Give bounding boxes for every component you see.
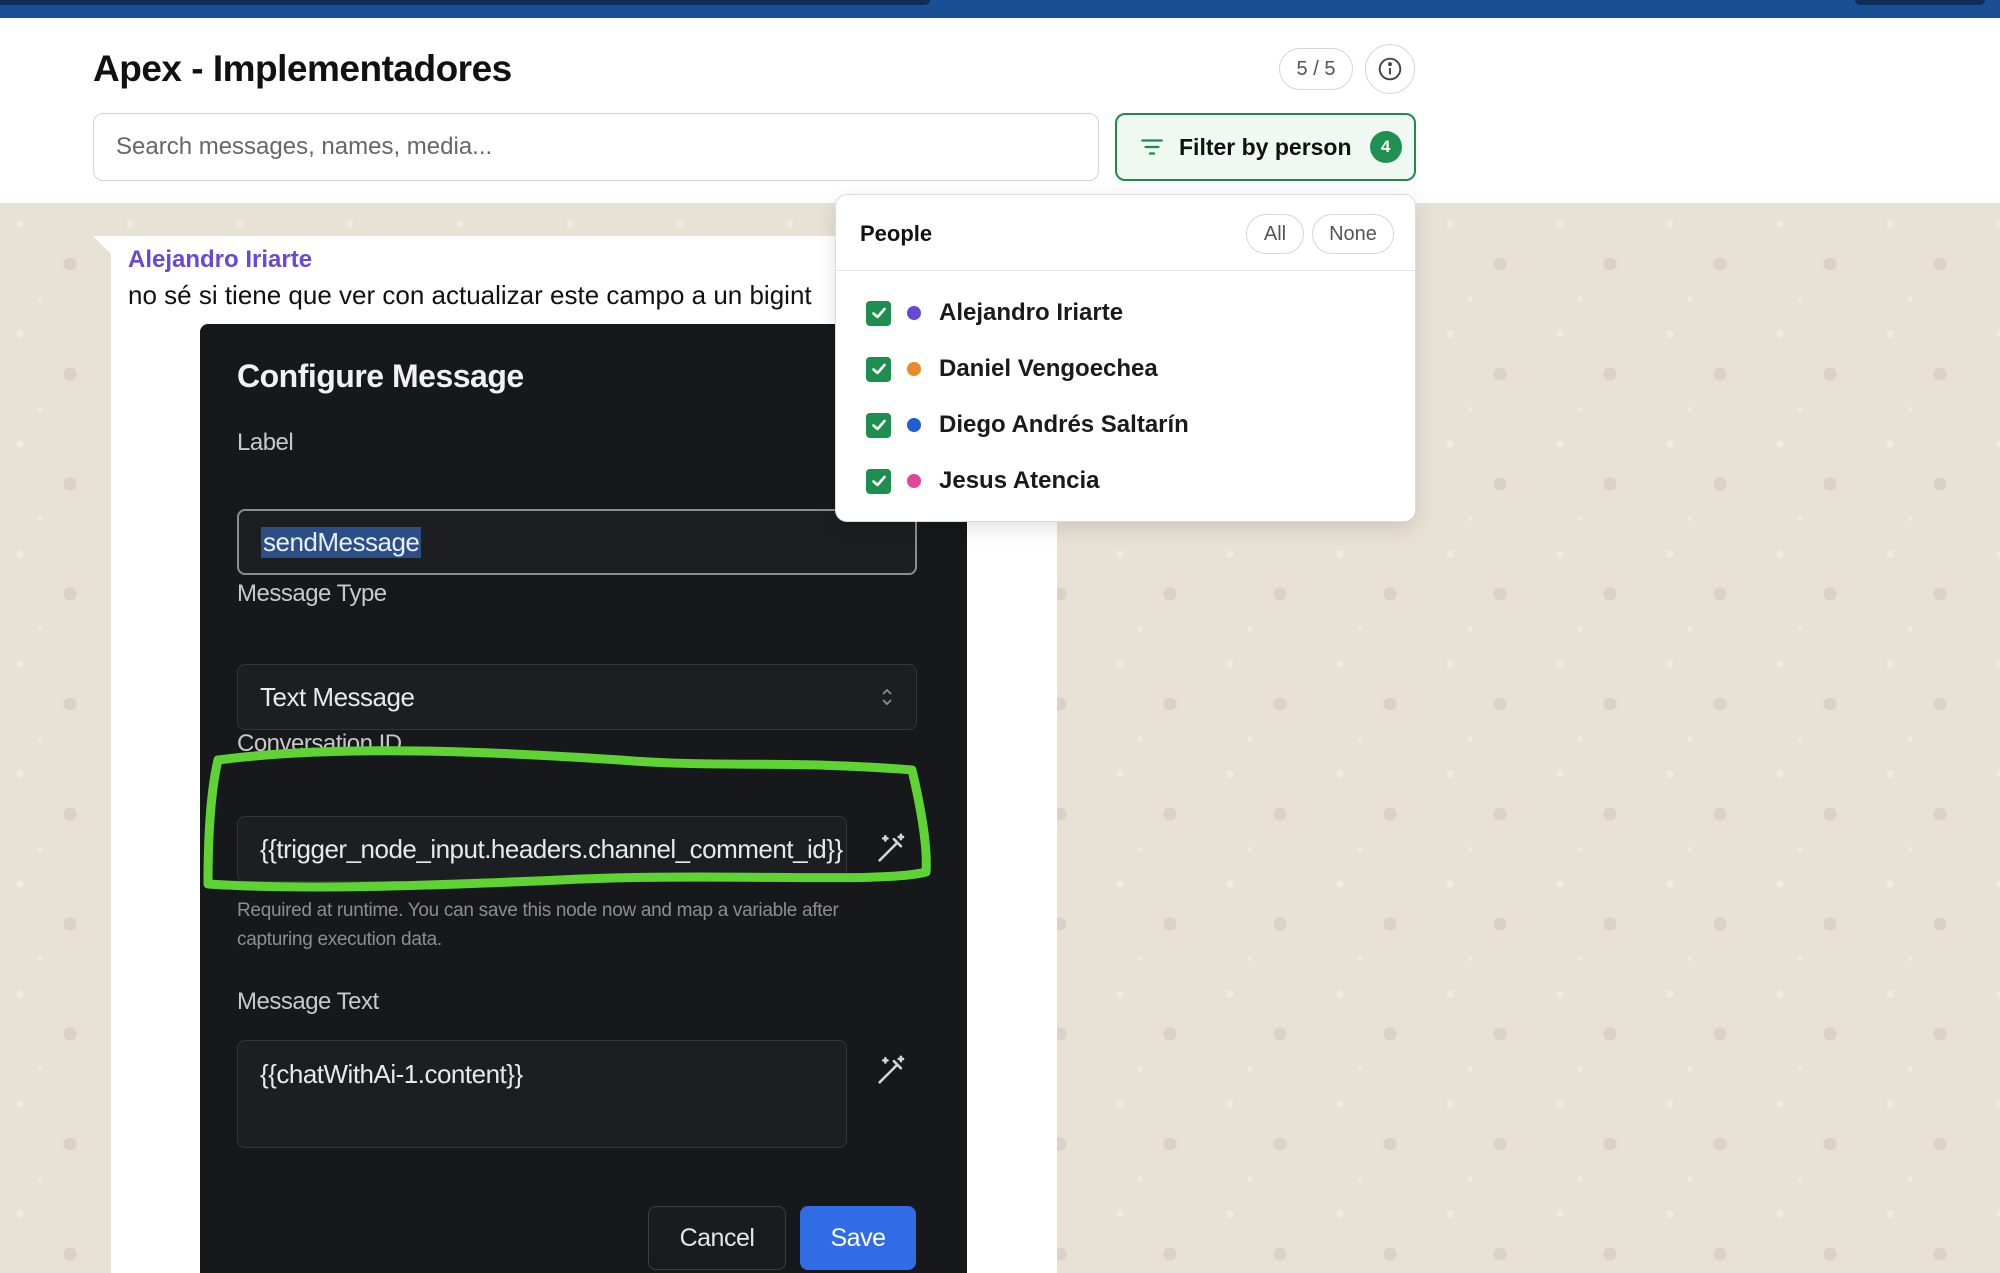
image-conversation-field-value: {{trigger_node_input.headers.channel_com… bbox=[260, 833, 843, 864]
filter-icon bbox=[1141, 139, 1163, 155]
person-color-dot bbox=[907, 418, 921, 432]
image-conversation-hint: Required at runtime. You can save this n… bbox=[237, 900, 839, 950]
bubble-tail bbox=[93, 236, 111, 254]
person-color-dot bbox=[907, 362, 921, 376]
image-message-text-label: Message Text bbox=[237, 988, 379, 1015]
magic-wand-icon bbox=[878, 1055, 905, 1084]
magic-wand-icon bbox=[878, 833, 905, 862]
checkbox-checked-icon[interactable] bbox=[866, 468, 891, 494]
top-bar-tab-left bbox=[0, 0, 930, 5]
person-name: Alejandro Iriarte bbox=[939, 299, 1124, 326]
person-name: Daniel Vengoechea bbox=[939, 355, 1158, 382]
chat-header: Apex - Implementadores 5 / 5 Filter by p… bbox=[0, 18, 2000, 204]
person-option[interactable]: Jesus Atencia bbox=[866, 461, 1100, 501]
people-filter-dropdown: People All None Alejandro Iriarte Daniel… bbox=[835, 194, 1416, 522]
info-button[interactable] bbox=[1365, 44, 1415, 94]
image-label-field-label: Label bbox=[237, 429, 294, 456]
person-option[interactable]: Alejandro Iriarte bbox=[866, 293, 1123, 333]
top-bar-tab-right bbox=[1855, 0, 1985, 5]
checkbox-checked-icon[interactable] bbox=[866, 300, 891, 326]
image-conversation-field-label: Conversation ID bbox=[237, 730, 402, 757]
image-type-select: Text Message bbox=[237, 664, 917, 730]
person-color-dot bbox=[907, 306, 921, 320]
chat-title: Apex - Implementadores bbox=[93, 48, 512, 89]
image-label-field-value: sendMessage bbox=[261, 526, 422, 558]
filter-button-label: Filter by person bbox=[1179, 133, 1352, 160]
image-conversation-field: {{trigger_node_input.headers.channel_com… bbox=[237, 816, 847, 882]
people-filter-header: People All None bbox=[836, 195, 1415, 271]
people-filter-title: People bbox=[860, 221, 933, 246]
top-app-bar bbox=[0, 0, 2000, 18]
image-type-select-value: Text Message bbox=[260, 681, 415, 712]
checkbox-checked-icon[interactable] bbox=[866, 356, 891, 382]
result-count-badge: 5 / 5 bbox=[1279, 48, 1353, 90]
image-cancel-button: Cancel bbox=[648, 1206, 786, 1270]
checkbox-checked-icon[interactable] bbox=[866, 412, 891, 438]
person-color-dot bbox=[907, 474, 921, 488]
filter-count-badge: 4 bbox=[1369, 131, 1402, 163]
select-updown-icon bbox=[882, 688, 892, 706]
select-all-button[interactable]: All bbox=[1246, 214, 1304, 254]
info-icon bbox=[1378, 57, 1402, 81]
image-label-field: sendMessage bbox=[237, 509, 917, 575]
message-sender[interactable]: Alejandro Iriarte bbox=[128, 246, 312, 274]
search-input[interactable] bbox=[93, 113, 1099, 181]
image-type-field-label: Message Type bbox=[237, 580, 387, 607]
image-message-text-field: {{chatWithAi-1.content}} bbox=[237, 1040, 847, 1148]
image-message-text-value: {{chatWithAi-1.content}} bbox=[260, 1059, 523, 1089]
person-name: Jesus Atencia bbox=[939, 467, 1100, 494]
image-dialog-title: Configure Message bbox=[237, 358, 524, 394]
person-option[interactable]: Diego Andrés Saltarín bbox=[866, 405, 1189, 445]
person-name: Diego Andrés Saltarín bbox=[939, 411, 1189, 438]
message-text: no sé si tiene que ver con actualizar es… bbox=[128, 280, 812, 310]
image-save-button: Save bbox=[800, 1206, 916, 1270]
person-option[interactable]: Daniel Vengoechea bbox=[866, 349, 1158, 389]
filter-by-person-button[interactable]: Filter by person 4 bbox=[1115, 113, 1416, 181]
select-none-button[interactable]: None bbox=[1312, 214, 1394, 254]
